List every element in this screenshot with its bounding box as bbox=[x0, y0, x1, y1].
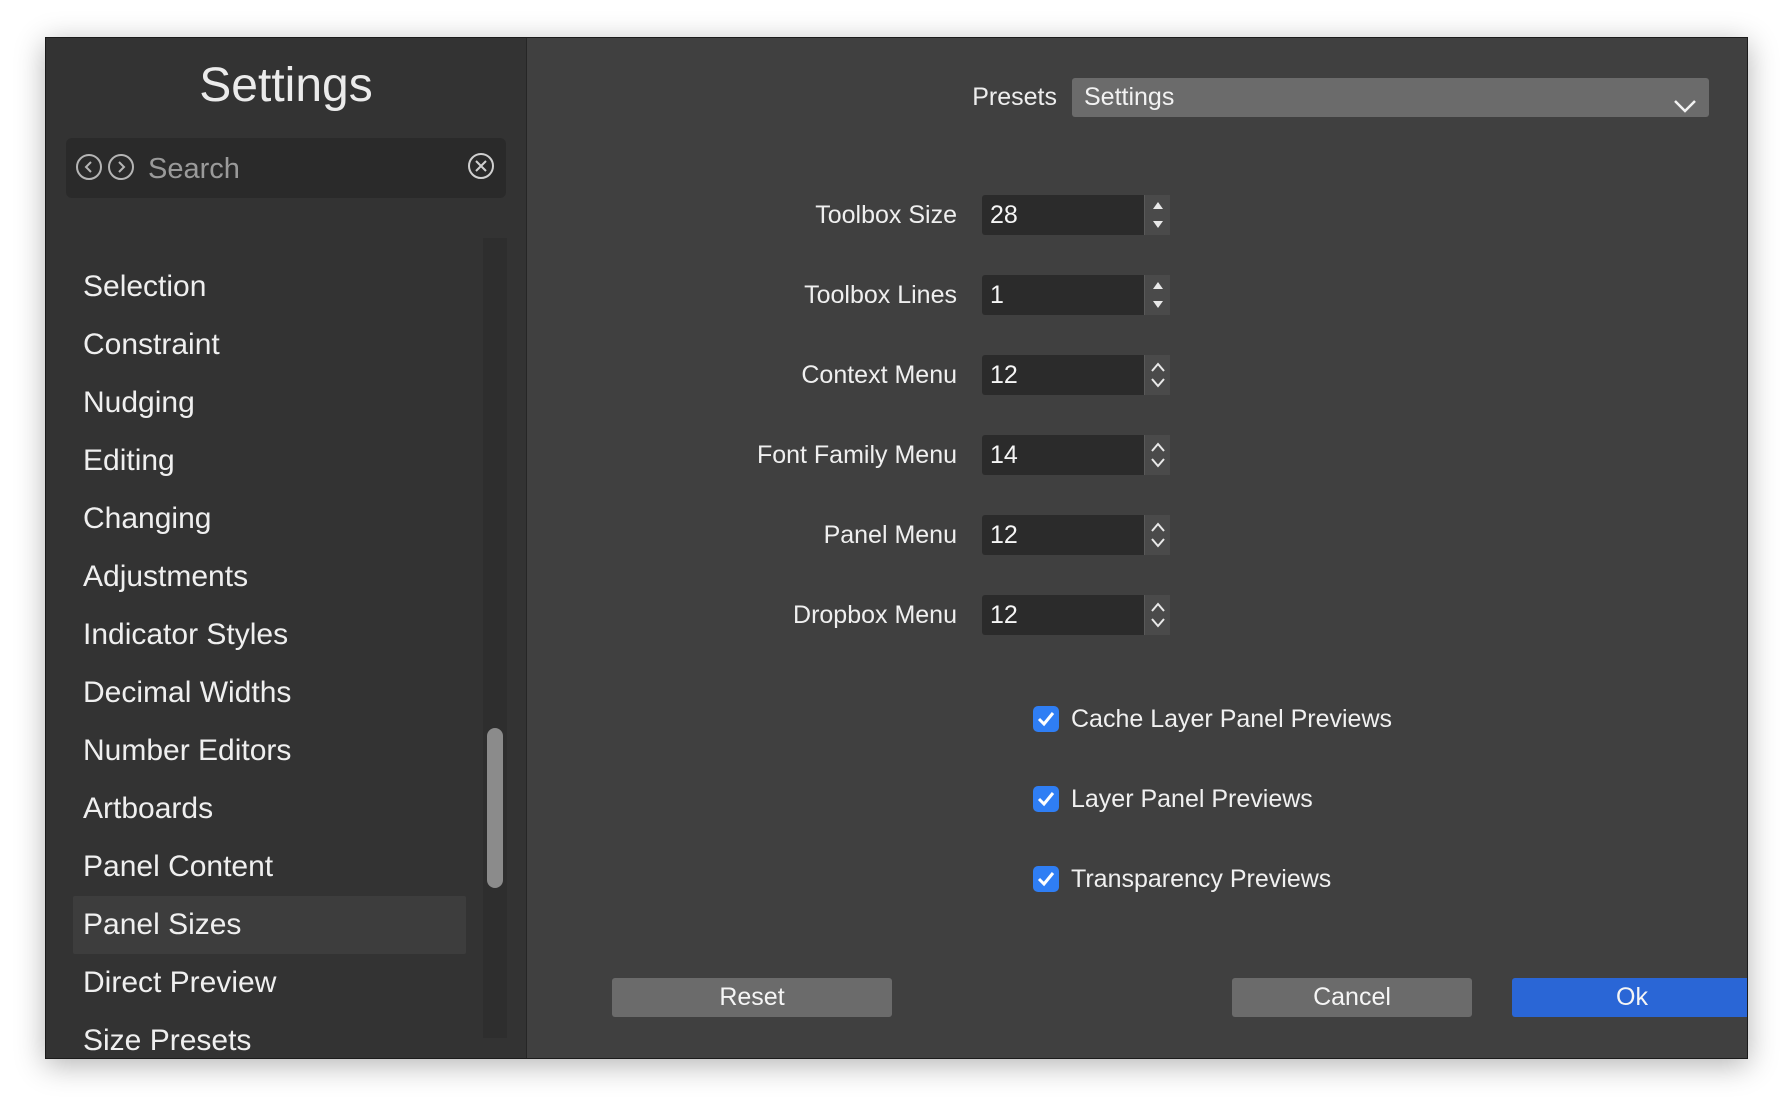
toolbox-size-field[interactable]: 28 bbox=[982, 195, 1170, 235]
sidebar-item-constraint[interactable]: Constraint bbox=[73, 316, 466, 374]
sidebar-item-editing[interactable]: Editing bbox=[73, 432, 466, 490]
toolbox-lines-field[interactable]: 1 bbox=[982, 275, 1170, 315]
sidebar-item-artboards[interactable]: Artboards bbox=[73, 780, 466, 838]
dropbox-menu-value[interactable]: 12 bbox=[990, 595, 1018, 635]
up-down-chevron-icon bbox=[1151, 522, 1165, 548]
settings-category-list: Selection Constraint Nudging Editing Cha… bbox=[73, 258, 466, 1058]
settings-window: Settings Selection Constraint Nudging Ed… bbox=[45, 37, 1748, 1059]
context-menu-field[interactable]: 12 bbox=[982, 355, 1170, 395]
transparency-previews-label[interactable]: Transparency Previews bbox=[1071, 864, 1331, 894]
toolbox-lines-value[interactable]: 1 bbox=[990, 275, 1004, 315]
panel-menu-field[interactable]: 12 bbox=[982, 515, 1170, 555]
font-family-menu-stepper[interactable] bbox=[1144, 435, 1170, 475]
up-down-arrows-icon bbox=[1153, 202, 1163, 228]
font-family-menu-value[interactable]: 14 bbox=[990, 435, 1018, 475]
up-down-arrows-icon bbox=[1153, 282, 1163, 308]
layer-panel-previews-checkbox[interactable] bbox=[1033, 786, 1059, 812]
transparency-previews-checkbox[interactable] bbox=[1033, 866, 1059, 892]
panel-menu-stepper[interactable] bbox=[1144, 515, 1170, 555]
font-family-menu-label: Font Family Menu bbox=[756, 441, 957, 469]
ok-button[interactable]: Ok bbox=[1512, 978, 1747, 1017]
up-down-chevron-icon bbox=[1151, 602, 1165, 628]
dropbox-menu-field[interactable]: 12 bbox=[982, 595, 1170, 635]
sidebar-item-nudging[interactable]: Nudging bbox=[73, 374, 466, 432]
sidebar-item-adjustments[interactable]: Adjustments bbox=[73, 548, 466, 606]
up-down-chevron-icon bbox=[1151, 362, 1165, 388]
search-box bbox=[66, 138, 506, 198]
forward-arrow-icon[interactable] bbox=[108, 154, 134, 180]
sidebar-item-changing[interactable]: Changing bbox=[73, 490, 466, 548]
toolbox-size-stepper[interactable] bbox=[1144, 195, 1170, 235]
sidebar: Settings Selection Constraint Nudging Ed… bbox=[46, 38, 527, 1058]
scrollbar-thumb[interactable] bbox=[487, 728, 503, 888]
toolbox-size-value[interactable]: 28 bbox=[990, 195, 1018, 235]
toolbox-size-label: Toolbox Size bbox=[815, 201, 957, 229]
checkmark-icon bbox=[1037, 872, 1055, 887]
clear-search-icon[interactable] bbox=[467, 152, 495, 180]
search-input[interactable] bbox=[146, 148, 450, 190]
checkmark-icon bbox=[1037, 792, 1055, 807]
context-menu-stepper[interactable] bbox=[1144, 355, 1170, 395]
context-menu-label: Context Menu bbox=[801, 361, 957, 389]
toolbox-lines-stepper[interactable] bbox=[1144, 275, 1170, 315]
sidebar-title: Settings bbox=[199, 59, 373, 112]
sidebar-item-size-presets[interactable]: Size Presets bbox=[73, 1012, 466, 1058]
context-menu-value[interactable]: 12 bbox=[990, 355, 1018, 395]
sidebar-item-indicator-styles[interactable]: Indicator Styles bbox=[73, 606, 466, 664]
presets-label: Presets bbox=[972, 83, 1057, 111]
back-arrow-icon[interactable] bbox=[76, 154, 102, 180]
panel-menu-value[interactable]: 12 bbox=[990, 515, 1018, 555]
dropbox-menu-stepper[interactable] bbox=[1144, 595, 1170, 635]
sidebar-item-number-editors[interactable]: Number Editors bbox=[73, 722, 466, 780]
up-down-chevron-icon bbox=[1151, 442, 1165, 468]
settings-content: Presets Settings Toolbox Size 28 Toolbox… bbox=[527, 38, 1747, 1058]
sidebar-item-selection[interactable]: Selection bbox=[73, 258, 466, 316]
sidebar-item-decimal-widths[interactable]: Decimal Widths bbox=[73, 664, 466, 722]
font-family-menu-field[interactable]: 14 bbox=[982, 435, 1170, 475]
presets-dropdown[interactable]: Settings bbox=[1072, 78, 1709, 117]
sidebar-scrollbar[interactable] bbox=[483, 238, 507, 1038]
cancel-button[interactable]: Cancel bbox=[1232, 978, 1472, 1017]
sidebar-item-panel-sizes[interactable]: Panel Sizes bbox=[73, 896, 466, 954]
cache-layer-panel-previews-label[interactable]: Cache Layer Panel Previews bbox=[1071, 704, 1392, 734]
presets-selected-value: Settings bbox=[1084, 83, 1175, 111]
checkmark-icon bbox=[1037, 712, 1055, 727]
dropbox-menu-label: Dropbox Menu bbox=[793, 601, 957, 629]
sidebar-item-direct-preview[interactable]: Direct Preview bbox=[73, 954, 466, 1012]
cache-layer-panel-previews-checkbox[interactable] bbox=[1033, 706, 1059, 732]
sidebar-item-panel-content[interactable]: Panel Content bbox=[73, 838, 466, 896]
panel-menu-label: Panel Menu bbox=[823, 521, 957, 549]
layer-panel-previews-label[interactable]: Layer Panel Previews bbox=[1071, 784, 1313, 814]
reset-button[interactable]: Reset bbox=[612, 978, 892, 1017]
toolbox-lines-label: Toolbox Lines bbox=[804, 281, 957, 309]
chevron-down-icon bbox=[1673, 88, 1697, 127]
